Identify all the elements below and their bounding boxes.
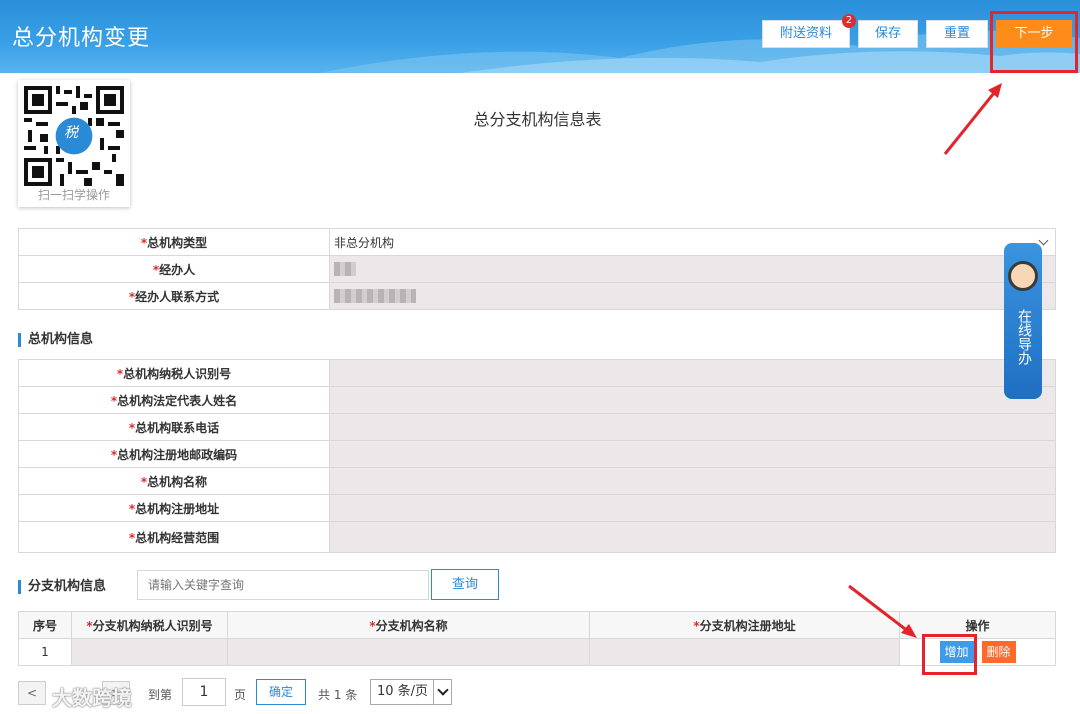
head-postcode-field[interactable] <box>329 440 1056 468</box>
delete-row-button[interactable]: 删除 <box>981 641 1016 663</box>
field-label: *总机构联系电话 <box>18 413 330 441</box>
table-row: *总机构经营范围 <box>18 521 1056 553</box>
handler-contact-field[interactable] <box>329 282 1056 310</box>
branch-table: 序号 *分支机构纳税人识别号 *分支机构名称 *分支机构注册地址 操作 1 增加… <box>18 611 1056 666</box>
table-row: *总机构纳税人识别号 <box>18 359 1056 387</box>
confirm-page-button[interactable]: 确定 <box>256 679 306 705</box>
table-row: *总机构注册地邮政编码 <box>18 440 1056 468</box>
qr-code-card[interactable]: 税 扫一扫学操作 <box>18 80 130 207</box>
field-label: *总机构注册地址 <box>18 494 330 522</box>
column-header-address: *分支机构注册地址 <box>589 611 900 639</box>
section-title-head-org: 总机构信息 <box>18 333 93 347</box>
table-row: *总机构名称 <box>18 467 1056 495</box>
attach-docs-button[interactable]: 附送资料 <box>762 20 850 48</box>
chevron-down-icon <box>1038 235 1049 246</box>
page-unit-label: 页 <box>234 688 247 702</box>
agent-avatar-icon <box>1008 261 1038 291</box>
table-row: *总机构联系电话 <box>18 413 1056 441</box>
table-row: *经办人联系方式 <box>18 282 1056 310</box>
search-button[interactable]: 查询 <box>431 569 499 600</box>
save-button[interactable]: 保存 <box>858 20 918 48</box>
table-row: 1 增加 删除 <box>18 638 1056 666</box>
handler-name-field[interactable] <box>329 255 1056 283</box>
redacted-value <box>334 262 356 277</box>
field-label: *总机构类型 <box>18 228 330 256</box>
org-type-select[interactable]: 非总分机构 <box>329 228 1056 256</box>
head-tax-id-field[interactable] <box>329 359 1056 387</box>
head-business-scope-field[interactable] <box>329 521 1056 553</box>
next-step-highlight <box>990 11 1078 73</box>
row-index: 1 <box>18 638 72 666</box>
field-label: *总机构注册地邮政编码 <box>18 440 330 468</box>
total-count: 共 1 条 <box>318 688 358 702</box>
head-address-field[interactable] <box>329 494 1056 522</box>
field-label: *总机构经营范围 <box>18 521 330 553</box>
chevron-down-icon <box>433 680 451 704</box>
page-number-input[interactable]: 1 <box>182 678 226 706</box>
field-label: *总机构法定代表人姓名 <box>18 386 330 414</box>
page-size-select[interactable]: 10 条/页 <box>370 679 452 705</box>
head-legal-rep-field[interactable] <box>329 386 1056 414</box>
column-header-name: *分支机构名称 <box>227 611 590 639</box>
branch-address-cell[interactable] <box>589 638 900 666</box>
org-type-value: 非总分机构 <box>334 235 395 250</box>
column-header-tax-id: *分支机构纳税人识别号 <box>71 611 228 639</box>
redacted-value <box>334 289 416 304</box>
head-name-field[interactable] <box>329 467 1056 495</box>
field-label: *经办人 <box>18 255 330 283</box>
basic-info-table: *总机构类型 非总分机构 *经办人 *经办人联系方式 <box>18 228 1056 310</box>
column-header-index: 序号 <box>18 611 72 639</box>
field-label: *总机构纳税人识别号 <box>18 359 330 387</box>
online-guide-label: 在线导办 <box>1016 309 1032 365</box>
table-row: *经办人 <box>18 255 1056 283</box>
field-label: *总机构名称 <box>18 467 330 495</box>
branch-search-input[interactable] <box>137 570 429 600</box>
head-org-table: *总机构纳税人识别号 *总机构法定代表人姓名 *总机构联系电话 *总机构注册地邮… <box>18 359 1056 553</box>
watermark-text: 大数跨境 <box>52 686 132 710</box>
add-button-highlight <box>922 634 977 675</box>
branch-name-cell[interactable] <box>227 638 590 666</box>
head-phone-field[interactable] <box>329 413 1056 441</box>
form-title: 总分支机构信息表 <box>473 110 602 129</box>
table-row: *总机构注册地址 <box>18 494 1056 522</box>
page-size-value: 10 条/页 <box>377 684 429 699</box>
section-title-branch: 分支机构信息 <box>18 580 106 594</box>
page-header: 总分机构变更 <box>0 0 1080 73</box>
reset-button[interactable]: 重置 <box>926 20 988 48</box>
attach-count-badge: 2 <box>842 14 856 28</box>
goto-label: 到第 <box>148 688 173 702</box>
prev-page-button[interactable]: < <box>18 681 46 705</box>
online-guide-widget[interactable]: 在线导办 <box>1004 243 1042 399</box>
table-row: *总机构法定代表人姓名 <box>18 386 1056 414</box>
field-label: *经办人联系方式 <box>18 282 330 310</box>
table-row: *总机构类型 非总分机构 <box>18 228 1056 256</box>
pagination: < > 到第 1 页 确定 共 1 条 10 条/页 <box>18 678 1058 708</box>
qr-caption: 扫一扫学操作 <box>37 188 110 202</box>
page-title: 总分机构变更 <box>12 26 151 51</box>
table-header-row: 序号 *分支机构纳税人识别号 *分支机构名称 *分支机构注册地址 操作 <box>18 611 1056 639</box>
branch-tax-id-cell[interactable] <box>71 638 228 666</box>
